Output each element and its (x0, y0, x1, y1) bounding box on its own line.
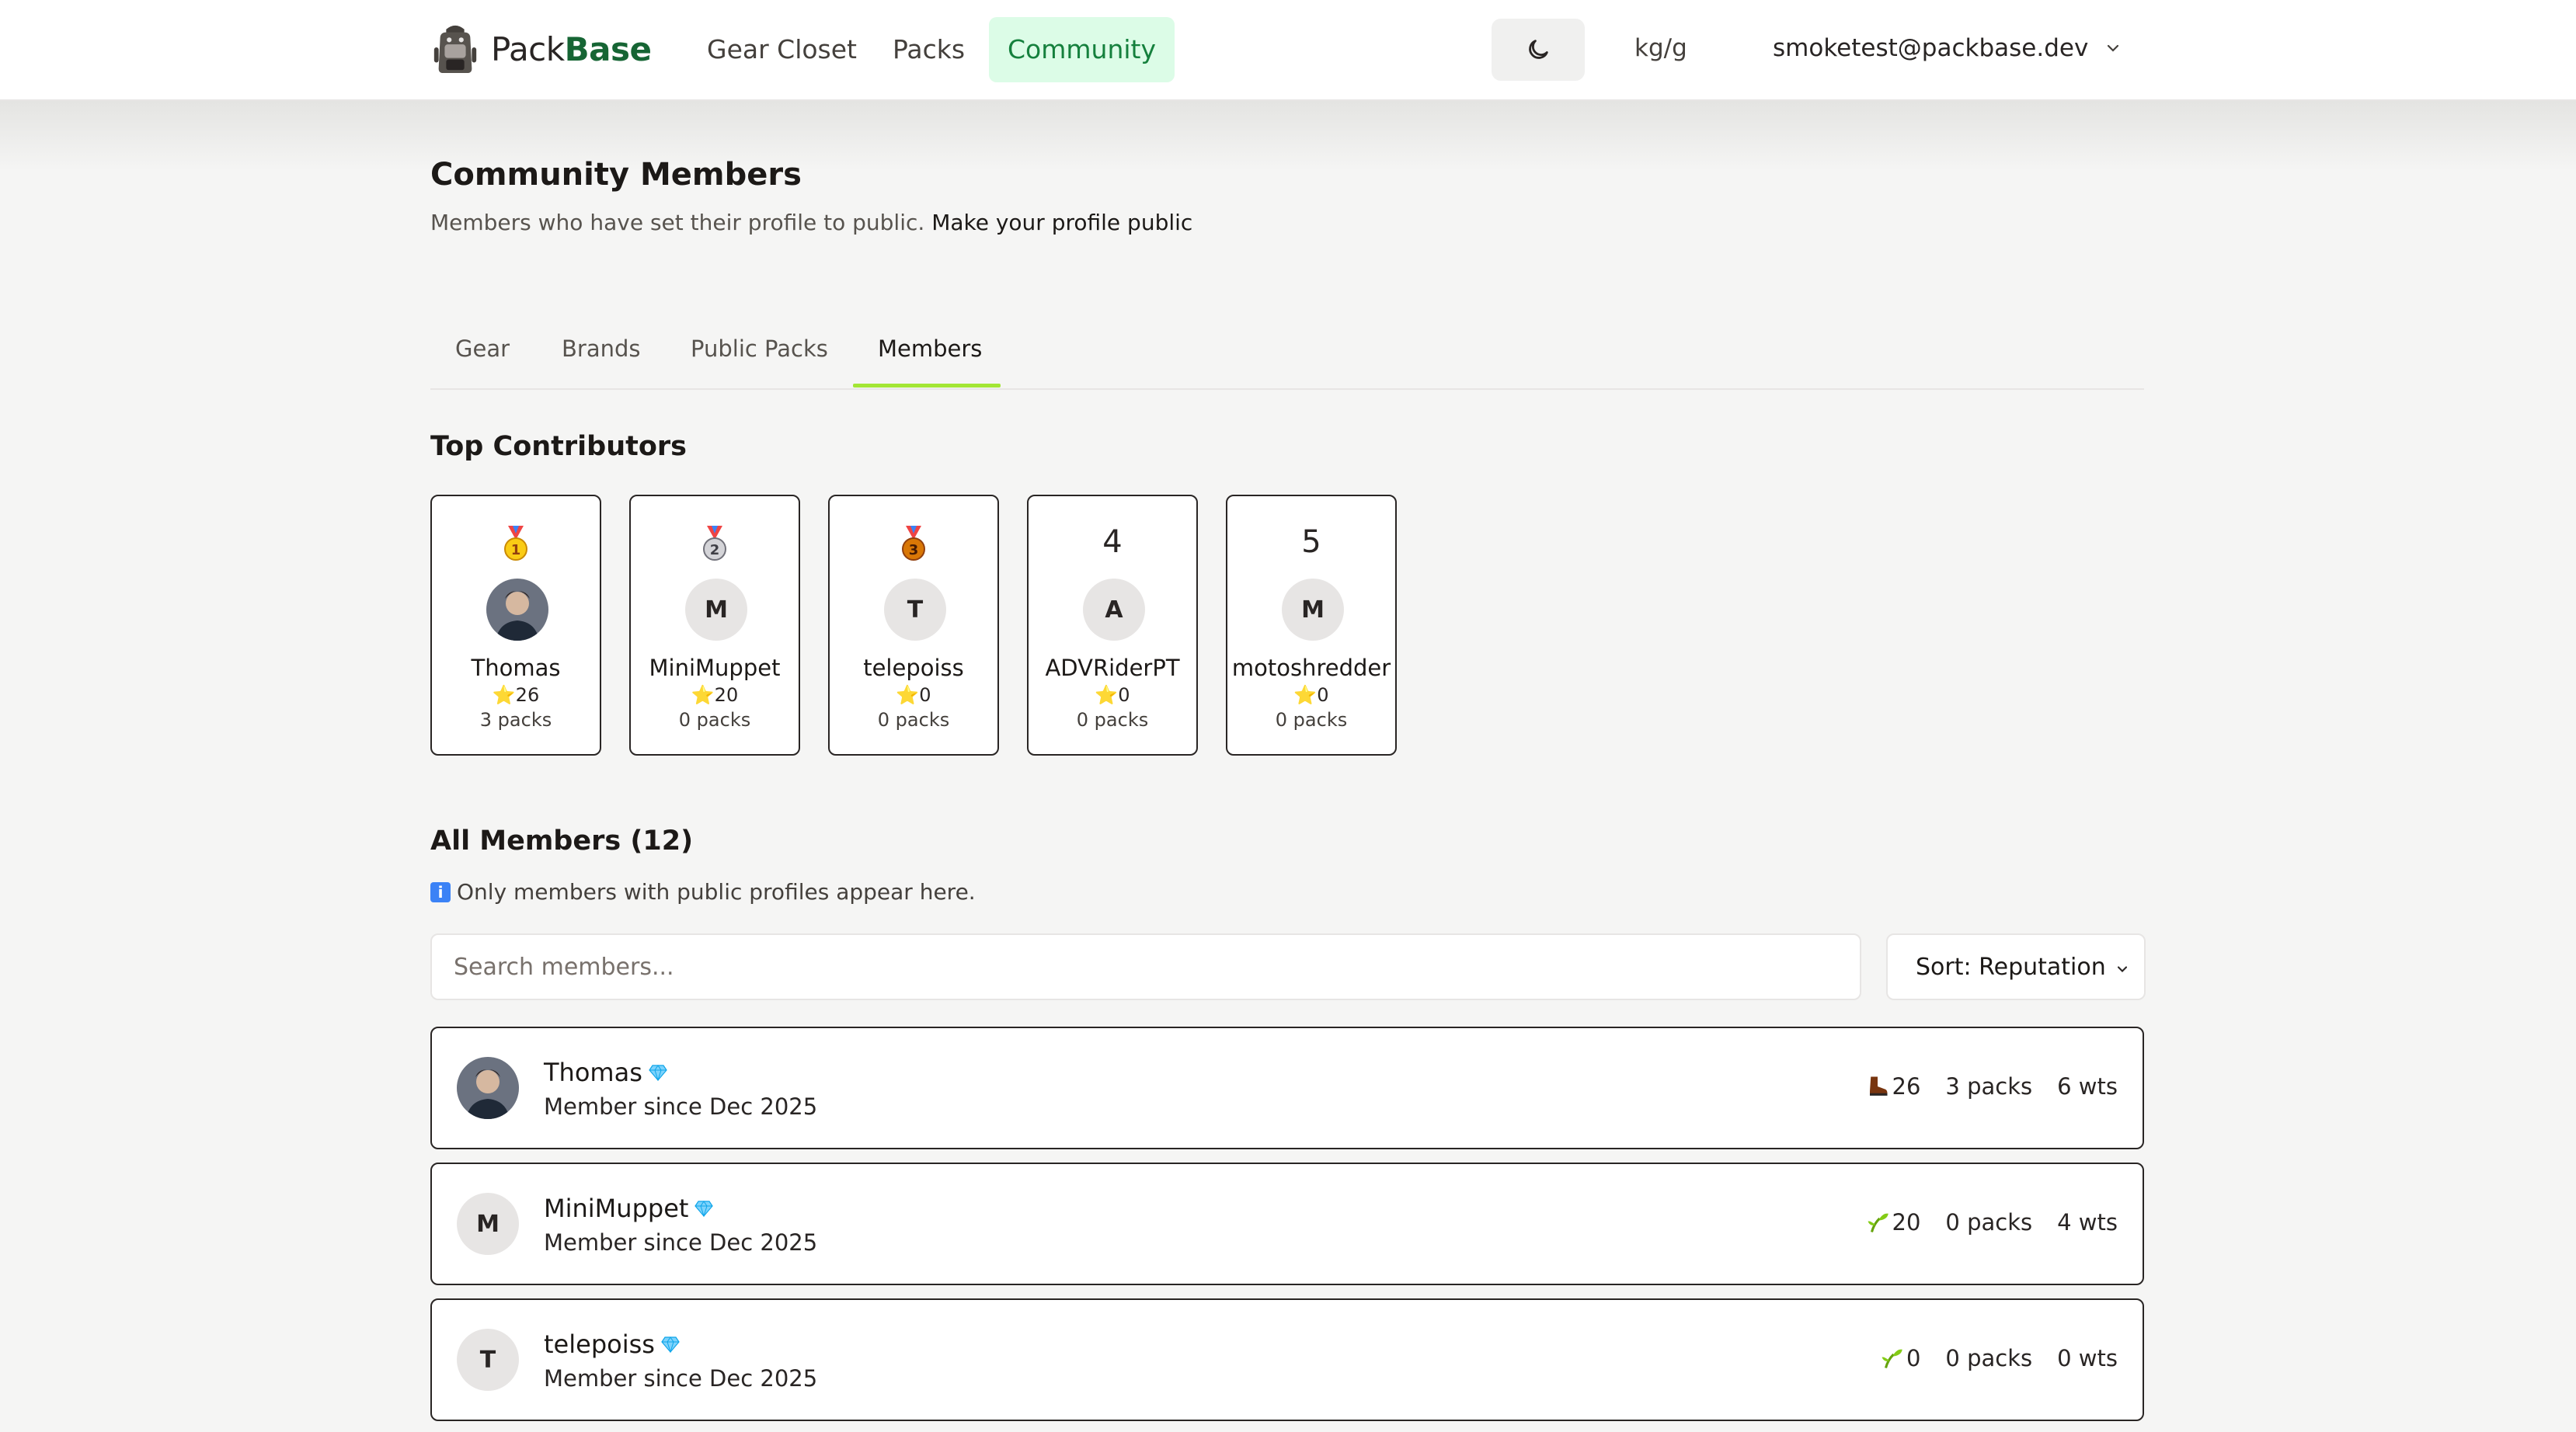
avatar: T (884, 579, 946, 641)
member-reputation: 0 (1906, 1345, 1921, 1371)
page-title: Community Members (430, 157, 802, 193)
member-name: telepoiss (544, 1329, 680, 1359)
member-stats: 26 3 packs 6 wts (1866, 1073, 2118, 1100)
contributor-name: MiniMuppet (649, 655, 781, 681)
top-contributors-title: Top Contributors (430, 431, 687, 462)
diamond-icon (661, 1336, 680, 1353)
member-packs: 0 packs (1945, 1209, 2033, 1236)
members-info-note: i Only members with public profiles appe… (430, 879, 976, 905)
nav-packs[interactable]: Packs (874, 17, 983, 82)
contributor-rank: 4 (1102, 524, 1123, 560)
star-icon: ⭐ (492, 684, 516, 706)
member-packs: 3 packs (1945, 1073, 2033, 1100)
contributor-rank: 5 (1301, 524, 1321, 560)
contributor-name: motoshredder (1231, 655, 1391, 681)
header-shadow (0, 101, 2576, 171)
member-row[interactable]: T telepoiss Member since Dec 2025 0 0 pa… (430, 1298, 2144, 1421)
contributor-packs: 0 packs (1076, 709, 1149, 731)
backpack-logo-icon (433, 25, 477, 74)
page-subtitle: Members who have set their profile to pu… (430, 210, 1193, 235)
member-reputation: 20 (1892, 1209, 1921, 1236)
contributor-reputation: ⭐0 (896, 684, 931, 706)
account-menu[interactable]: smoketest@packbase.dev (1773, 34, 2122, 62)
community-tabs: Gear Brands Public Packs Members (430, 326, 2144, 390)
member-row[interactable]: M MiniMuppet Member since Dec 2025 20 0 … (430, 1163, 2144, 1285)
diamond-icon (649, 1065, 667, 1081)
chevron-down-icon (2117, 966, 2128, 972)
member-name: Thomas (544, 1058, 667, 1087)
member-weights: 6 wts (2057, 1073, 2118, 1100)
member-reputation: 26 (1892, 1073, 1921, 1100)
star-icon: ⭐ (896, 684, 920, 706)
sort-select[interactable]: Sort: Reputation (1886, 933, 2146, 1000)
brand-name: PackBase (491, 30, 652, 68)
brand-logo[interactable]: PackBase (430, 23, 652, 75)
star-icon: ⭐ (691, 684, 715, 706)
member-since: Member since Dec 2025 (544, 1229, 818, 1256)
units-toggle[interactable]: kg/g (1634, 34, 1687, 62)
tab-members[interactable]: Members (878, 335, 982, 362)
nav-community[interactable]: Community (989, 17, 1175, 82)
make-profile-public-link[interactable]: Make your profile public (931, 210, 1192, 235)
avatar: T (457, 1329, 519, 1391)
info-icon: i (430, 881, 451, 902)
top-navigation-bar: PackBase Gear Closet Packs Community kg/… (0, 0, 2576, 101)
avatar: M (685, 579, 747, 641)
active-tab-indicator (853, 384, 1001, 388)
contributor-packs: 0 packs (678, 709, 751, 731)
contributor-name: Thomas (471, 655, 561, 681)
avatar: M (457, 1193, 519, 1255)
contributor-reputation: ⭐0 (1293, 684, 1329, 706)
member-stats: 20 0 packs 4 wts (1866, 1209, 2118, 1236)
member-weights: 0 wts (2057, 1345, 2118, 1371)
silver-medal-icon: 2 (631, 526, 799, 565)
member-since: Member since Dec 2025 (544, 1093, 818, 1120)
contributor-reputation: ⭐20 (691, 684, 739, 706)
moon-icon (1529, 40, 1548, 59)
member-weights: 4 wts (2057, 1209, 2118, 1236)
member-stats: 0 0 packs 0 wts (1880, 1345, 2118, 1371)
contributor-packs: 3 packs (479, 709, 552, 731)
boot-icon (1866, 1075, 1889, 1098)
svg-text:3: 3 (909, 542, 919, 558)
member-packs: 0 packs (1945, 1345, 2033, 1371)
svg-text:2: 2 (710, 542, 720, 558)
tab-brands[interactable]: Brands (562, 335, 641, 362)
star-icon: ⭐ (1095, 684, 1119, 706)
chevron-down-icon (2108, 44, 2119, 52)
member-row[interactable]: Thomas Member since Dec 2025 26 3 packs … (430, 1027, 2144, 1149)
account-email: smoketest@packbase.dev (1773, 34, 2089, 62)
contributor-packs: 0 packs (1275, 709, 1348, 731)
sort-selected-value: Sort: Reputation (1916, 953, 2106, 981)
contributor-card[interactable]: 3 T telepoiss ⭐0 0 packs (828, 495, 999, 756)
bronze-medal-icon: 3 (830, 526, 997, 565)
sprout-icon (1866, 1211, 1889, 1234)
contributor-reputation: ⭐26 (492, 684, 540, 706)
avatar (486, 579, 548, 641)
contributor-packs: 0 packs (877, 709, 950, 731)
gold-medal-icon: 1 (432, 526, 600, 565)
theme-toggle-button[interactable] (1492, 19, 1585, 81)
star-icon: ⭐ (1293, 684, 1318, 706)
contributor-card[interactable]: 2 M MiniMuppet ⭐20 0 packs (629, 495, 800, 756)
contributor-card[interactable]: 4 A ADVRiderPT ⭐0 0 packs (1027, 495, 1198, 756)
sprout-icon (1880, 1347, 1903, 1370)
nav-gear-closet[interactable]: Gear Closet (688, 17, 875, 82)
contributor-name: telepoiss (863, 655, 964, 681)
member-name: MiniMuppet (544, 1194, 714, 1223)
diamond-icon (694, 1201, 714, 1217)
contributor-card[interactable]: 5 M motoshredder ⭐0 0 packs (1226, 495, 1397, 756)
member-since: Member since Dec 2025 (544, 1365, 818, 1392)
tab-public-packs[interactable]: Public Packs (691, 335, 828, 362)
tab-gear[interactable]: Gear (455, 335, 510, 362)
avatar (457, 1057, 519, 1119)
all-members-title: All Members (12) (430, 825, 694, 857)
contributor-name: ADVRiderPT (1045, 655, 1180, 681)
svg-text:1: 1 (511, 542, 521, 558)
avatar: A (1083, 579, 1145, 641)
avatar: M (1282, 579, 1344, 641)
search-members-input[interactable] (430, 933, 1861, 1000)
contributor-reputation: ⭐0 (1095, 684, 1130, 706)
contributor-card[interactable]: 1 Thomas ⭐26 3 packs (430, 495, 601, 756)
